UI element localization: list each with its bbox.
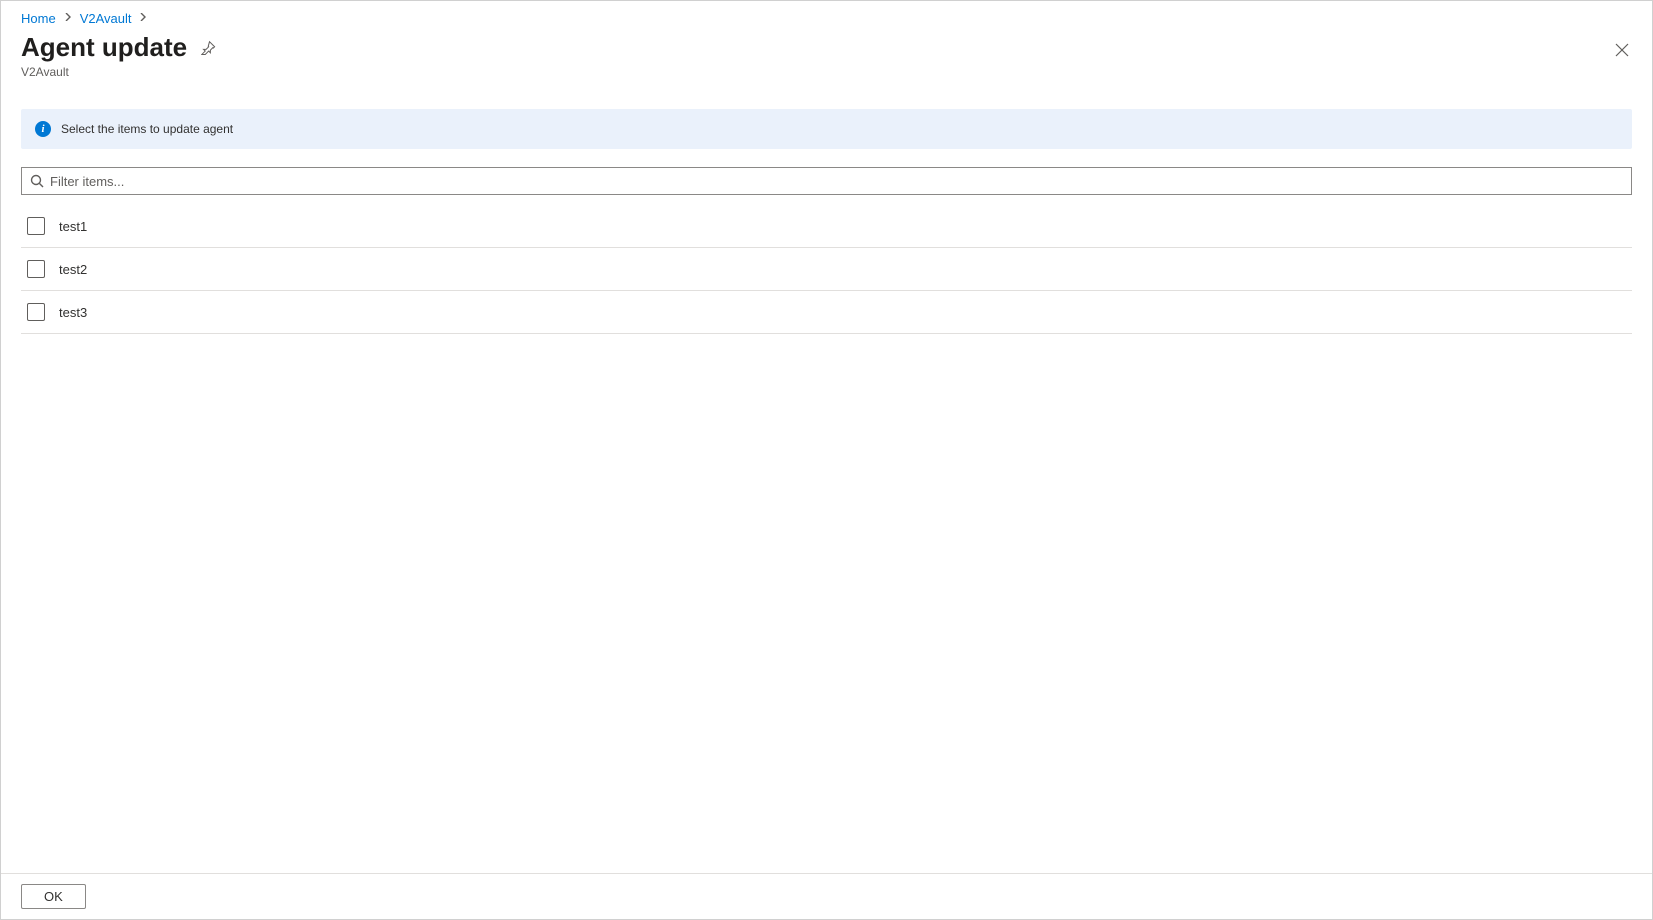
search-icon xyxy=(30,174,44,188)
filter-box[interactable] xyxy=(21,167,1632,195)
page-subtitle: V2Avault xyxy=(21,65,217,79)
list-item[interactable]: test2 xyxy=(21,248,1632,291)
info-icon: i xyxy=(35,121,51,137)
checkbox[interactable] xyxy=(27,303,45,321)
list-item-label: test2 xyxy=(59,262,87,277)
page-title: Agent update xyxy=(21,32,187,63)
chevron-right-icon xyxy=(64,13,72,24)
close-icon[interactable] xyxy=(1612,40,1632,60)
title-row: Agent update xyxy=(21,32,217,63)
list: test1 test2 test3 xyxy=(21,205,1632,334)
header-left: Agent update V2Avault xyxy=(21,32,217,79)
list-item-label: test1 xyxy=(59,219,87,234)
list-item[interactable]: test3 xyxy=(21,291,1632,334)
list-item-label: test3 xyxy=(59,305,87,320)
filter-input[interactable] xyxy=(50,174,1623,189)
breadcrumb-vault[interactable]: V2Avault xyxy=(80,11,132,26)
breadcrumb-home[interactable]: Home xyxy=(21,11,56,26)
header: Agent update V2Avault xyxy=(1,32,1652,79)
ok-button[interactable]: OK xyxy=(21,884,86,909)
content: i Select the items to update agent test1… xyxy=(1,79,1652,873)
info-banner: i Select the items to update agent xyxy=(21,109,1632,149)
checkbox[interactable] xyxy=(27,217,45,235)
checkbox[interactable] xyxy=(27,260,45,278)
info-banner-text: Select the items to update agent xyxy=(61,122,233,136)
footer: OK xyxy=(1,873,1652,919)
list-item[interactable]: test1 xyxy=(21,205,1632,248)
breadcrumb: Home V2Avault xyxy=(1,1,1652,32)
pin-icon[interactable] xyxy=(201,40,217,56)
chevron-right-icon xyxy=(139,13,147,24)
